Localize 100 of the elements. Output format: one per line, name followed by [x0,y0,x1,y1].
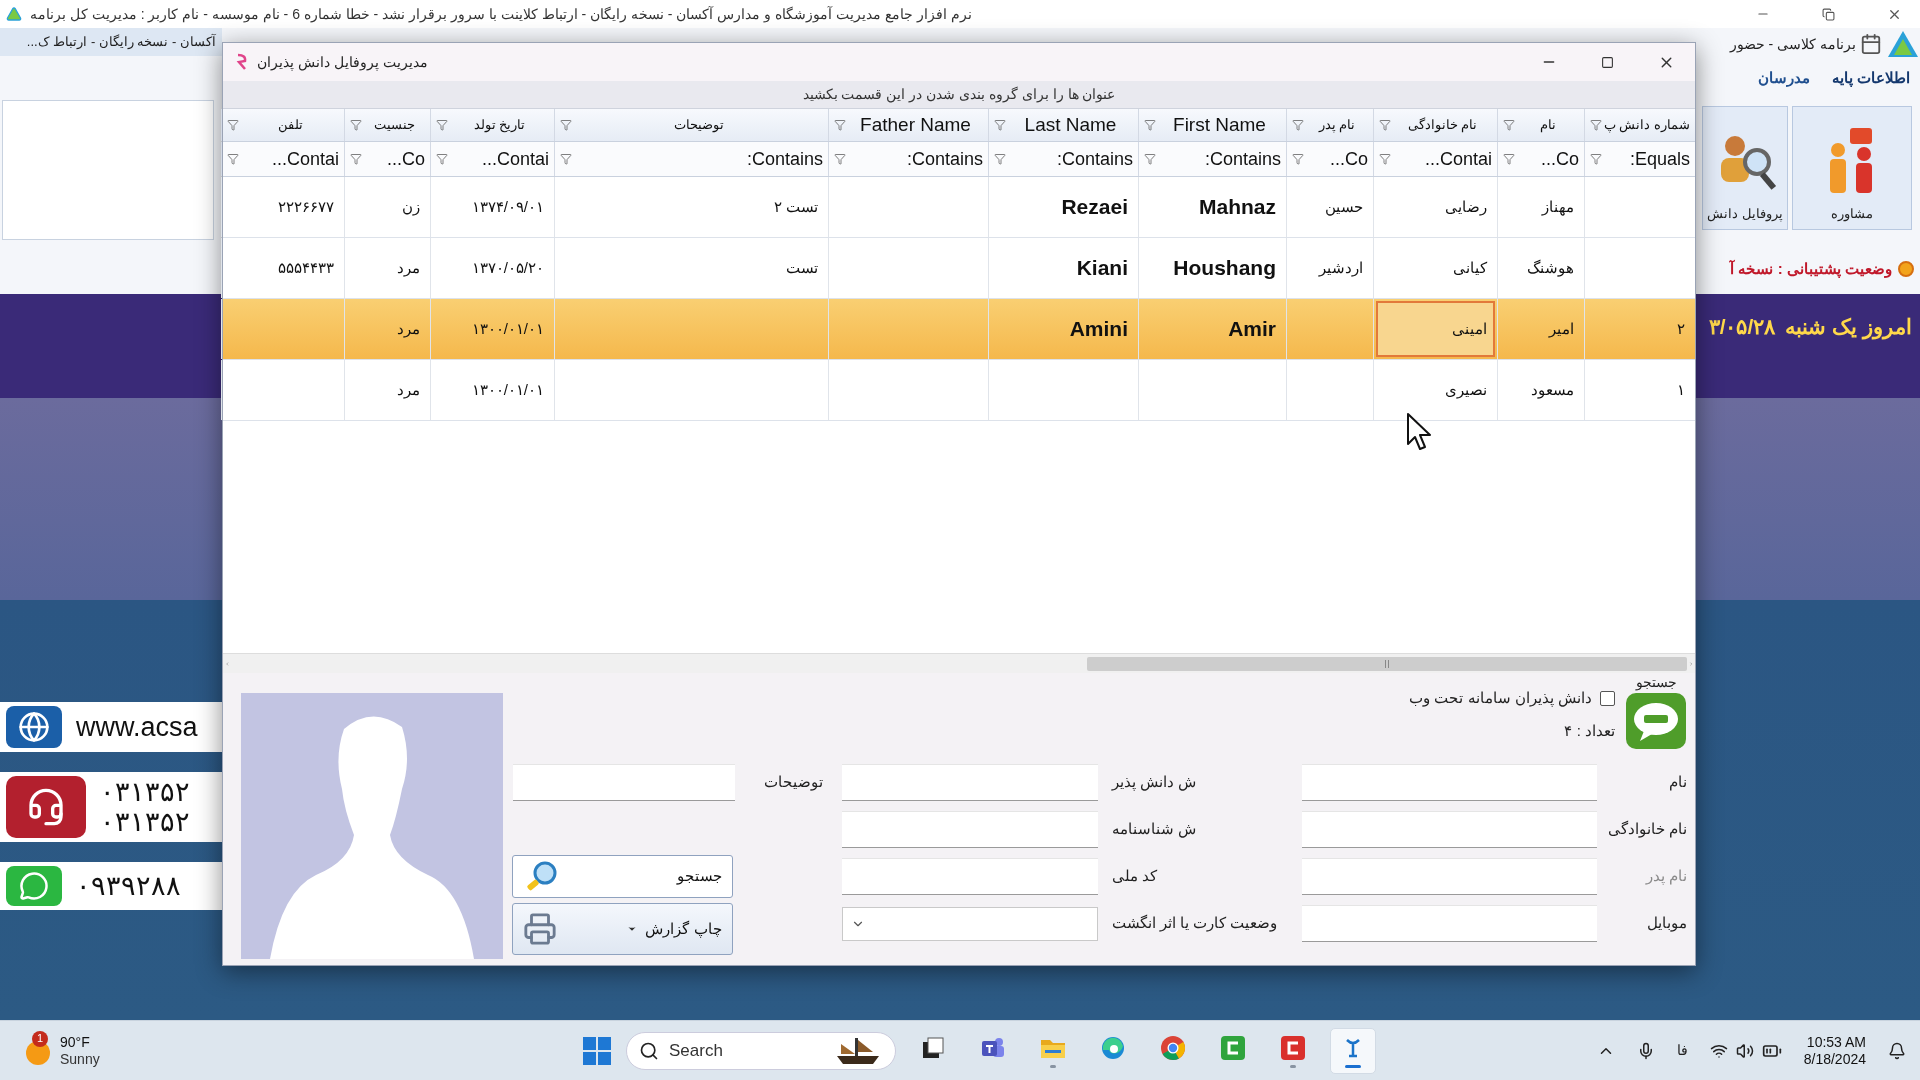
language-indicator[interactable]: فا [1676,1040,1688,1061]
chat-bubble-icon [6,866,62,906]
notification-icon[interactable] [1888,1041,1906,1060]
table-cell-text: Rezaei [1060,194,1129,221]
filter-cell[interactable]: Contai... [1394,145,1492,173]
input-field[interactable] [513,764,736,801]
input-field[interactable] [1302,764,1597,801]
table-cell-text: Kiani [1075,255,1129,282]
filter-cell[interactable]: Equals: [1605,145,1690,173]
app-icon [235,53,249,71]
table-cell-text: تست ۲ [772,196,819,217]
filter-cell[interactable]: Contai... [451,145,549,173]
filter-icon[interactable] [1589,119,1602,131]
table-cell-text: تست [785,257,819,278]
filter-cell[interactable]: Contains: [849,145,983,173]
filter-cell[interactable]: Contains: [1009,145,1133,173]
window-title: آکسان - نسخه رایگان - ارتباط ک... [26,33,216,52]
mouse-pointer-icon [1406,412,1432,452]
restore-icon[interactable] [1822,7,1835,21]
letter-c-app-icon[interactable] [1219,1033,1247,1062]
table-cell-text: هوشنگ [1526,257,1575,279]
headset-icon [6,776,86,838]
column-header[interactable]: جنسیت [344,109,430,141]
input-field[interactable] [841,811,1098,848]
filter-icon[interactable] [1503,119,1515,131]
filter-icon[interactable] [560,153,572,165]
window-title: نرم افزار جامع مدیریت آموزشگاه و مدارس آکسان - نسخه رایگان - ارتباط کلاینت با سرور برقرار نشد - خطا شماره 6 - نام موسسه - نام کاربر : مدیریت کل برنامه [30,4,972,25]
input-field[interactable] [1302,811,1597,848]
maximize-icon[interactable] [1601,55,1614,69]
column-header[interactable]: شماره دانش پ [1584,109,1695,141]
checkbox[interactable] [1600,690,1615,706]
filter-icon[interactable] [1144,153,1156,165]
filter-icon[interactable] [350,119,362,131]
logo-icon [6,6,22,22]
input-field[interactable] [1302,905,1597,942]
table-cell-text: کیانی [1452,257,1488,278]
filter-cell[interactable]: Contai... [242,145,339,173]
taskbar-search-field[interactable]: Search [626,1031,896,1070]
input-field[interactable] [841,764,1098,801]
filter-icon[interactable] [1292,119,1304,131]
filter-icon[interactable] [1379,119,1391,131]
filter-icon[interactable] [1590,153,1602,165]
filter-cell[interactable]: Contains: [1159,145,1281,173]
today-label: امروز یک شنبه [1785,313,1912,342]
sms-icon[interactable] [1624,691,1688,751]
filter-icon[interactable] [227,153,239,165]
filter-icon[interactable] [436,153,448,165]
ribbon-button[interactable]: پروفایل دانش [1702,106,1788,230]
ribbon-button[interactable]: مشاوره [1792,106,1912,230]
clock-time[interactable]: 10:53 AM [1806,1033,1866,1051]
column-header[interactable]: نام [1497,109,1584,141]
column-header[interactable]: نام پدر [1286,109,1373,141]
filter-icon[interactable] [436,119,448,131]
search-button[interactable]: جستجو [511,855,733,898]
filter-cell[interactable]: Co... [365,145,425,173]
ribbon-tab[interactable]: برنامه کلاسی - حضور [1729,33,1856,55]
column-header[interactable]: تاریخ تولد [430,109,554,141]
input-field[interactable] [841,858,1098,895]
volume-icon[interactable] [1735,1041,1754,1060]
filter-icon[interactable] [227,119,239,131]
filter-cell[interactable]: Contains: [575,145,823,173]
ribbon-tab[interactable]: مدرسان [1757,66,1810,90]
input-field[interactable] [1302,858,1597,895]
filter-icon[interactable] [1144,119,1156,131]
column-header[interactable]: Last Name [988,109,1138,141]
field-label: نام خانوادگی [1607,819,1687,840]
filter-icon[interactable] [994,119,1006,131]
filter-icon[interactable] [560,119,572,131]
letter-c-app-icon[interactable] [1279,1033,1307,1062]
column-header[interactable]: توضیحات [554,109,828,141]
scrollbar-thumb[interactable] [1086,656,1687,671]
chrome-browser-icon[interactable] [1159,1033,1187,1062]
column-header[interactable]: Father Name [828,109,988,141]
filter-cell[interactable]: Co... [1307,145,1368,173]
filter-icon[interactable] [834,119,846,131]
filter-icon[interactable] [350,153,362,165]
start-icon[interactable] [582,1035,612,1066]
filter-icon[interactable] [1292,153,1304,165]
filter-icon[interactable] [834,153,846,165]
ribbon-tab[interactable]: اطلاعات پایه [1831,66,1910,90]
dropdown-field[interactable] [841,906,1098,941]
table-cell-text: مرد [396,379,421,401]
table-cell-text: ۲۲۲۶۶۷۷ [277,196,335,217]
print-report-button[interactable]: چاپ گزارش [511,903,733,955]
group-panel-hint: عنوان ها را برای گروه بندی شدن در این قسمت بکشید [802,85,1116,105]
column-header[interactable]: تلفن [221,109,344,141]
filter-icon[interactable] [1503,153,1515,165]
filter-icon[interactable] [994,153,1006,165]
table-cell: امینی [1376,301,1495,357]
filter-icon[interactable] [1379,153,1391,165]
horizontal-scrollbar[interactable] [223,653,1695,673]
column-header[interactable]: First Name [1138,109,1286,141]
table-cell-text: حسین [1324,196,1364,218]
grid-row[interactable]: ۱ مسعود نصیری ۱۳۰۰/۰۱/۰۱ مرد [223,360,1695,421]
table-cell-text: ۱۳۷۴/۰۹/۰۱ [470,196,545,217]
column-header[interactable]: نام خانوادگی [1373,109,1497,141]
field-label: نام پدر [1645,866,1687,887]
table-cell-text: ۱ [1676,379,1686,400]
clock-date[interactable]: 8/18/2024 [1803,1050,1866,1068]
filter-cell[interactable]: Co... [1518,145,1579,173]
